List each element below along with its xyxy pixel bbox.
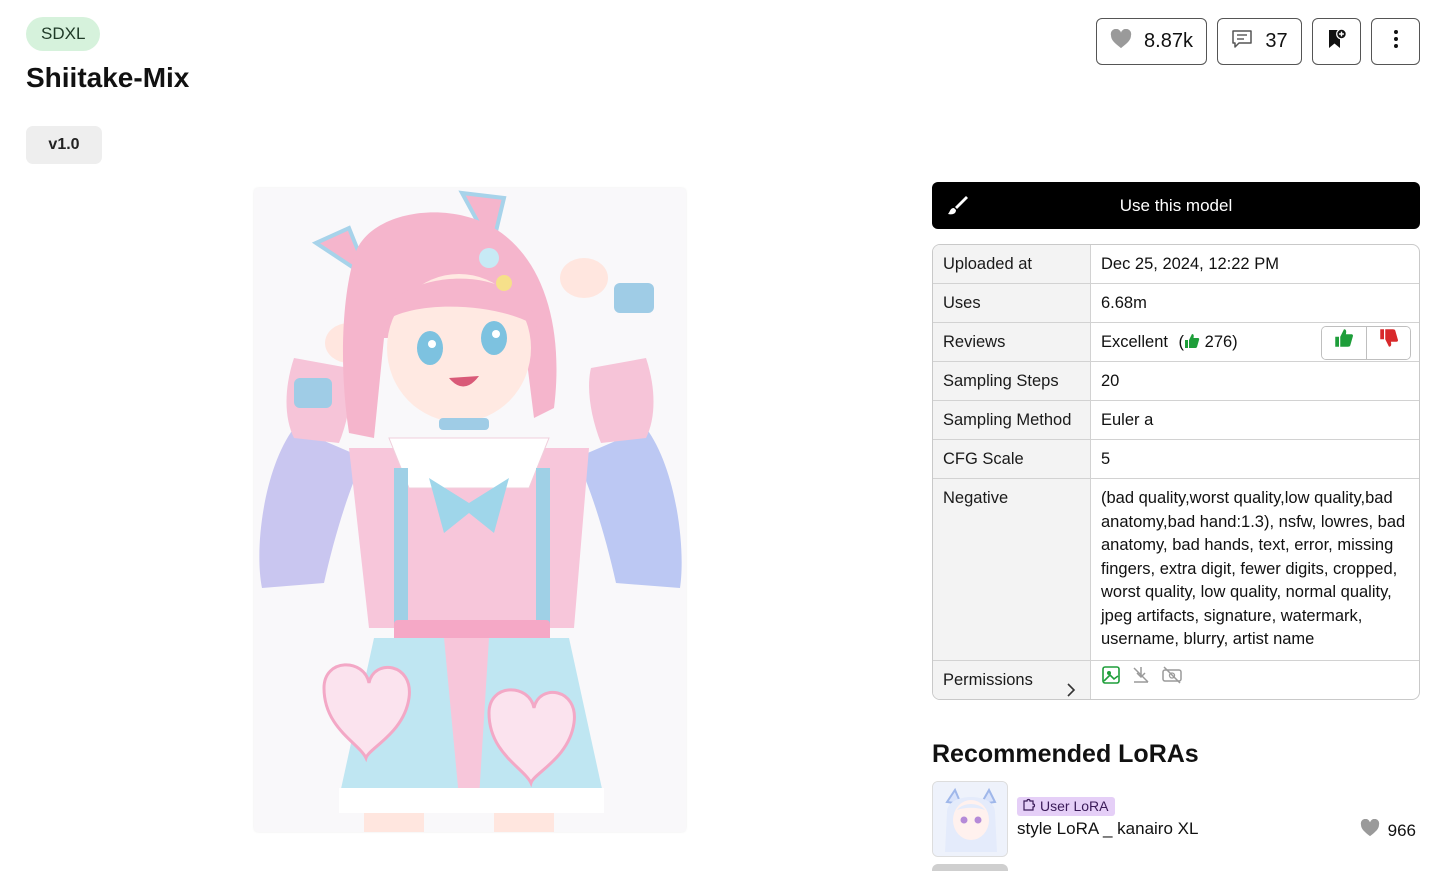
anime-girl-cat-ears-illustration <box>254 188 686 832</box>
chevron-right-icon <box>1066 673 1076 699</box>
download-disabled-icon <box>1131 661 1151 699</box>
commercial-disabled-icon <box>1161 661 1183 699</box>
model-preview-image[interactable] <box>254 188 686 832</box>
heart-icon <box>1360 818 1380 842</box>
comment-icon <box>1231 29 1253 55</box>
model-title: Shiitake-Mix <box>26 62 190 93</box>
uses-label: Uses <box>933 284 1091 322</box>
info-row-permissions[interactable]: Permissions <box>933 659 1419 699</box>
cfg-value: 5 <box>1101 450 1111 468</box>
user-lora-badge: User LoRA <box>1017 797 1116 816</box>
info-row-reviews: Reviews Excellent ( 276) <box>933 322 1419 361</box>
info-row-uploaded: Uploaded at Dec 25, 2024, 12:22 PM <box>933 245 1419 283</box>
reviews-value: Excellent ( 276) <box>1091 323 1419 361</box>
brush-icon <box>946 194 970 223</box>
steps-label: Sampling Steps <box>933 362 1091 400</box>
uploaded-value: Dec 25, 2024, 12:22 PM <box>1101 255 1279 273</box>
method-value: Euler a <box>1101 411 1154 429</box>
version-tab[interactable]: v1.0 <box>26 126 102 164</box>
use-model-button[interactable]: Use this model <box>932 182 1420 229</box>
reviews-count: 276) <box>1204 333 1238 351</box>
lora-thumbnail[interactable] <box>932 781 1008 857</box>
user-lora-tag-text: User LoRA <box>1040 798 1109 814</box>
info-row-steps: Sampling Steps 20 <box>933 361 1419 400</box>
thumb-up-small-icon <box>1184 333 1200 351</box>
use-model-label: Use this model <box>1119 195 1233 215</box>
permissions-value <box>1091 661 1419 699</box>
thumb-up-icon <box>1334 327 1354 359</box>
puzzle-icon <box>1022 797 1036 816</box>
permissions-text: Permissions <box>943 670 1033 689</box>
reviews-label: Reviews <box>933 323 1091 361</box>
comment-count: 37 <box>1265 30 1288 52</box>
top-actions: 8.87k 37 <box>1096 18 1420 65</box>
more-button[interactable] <box>1371 18 1420 65</box>
thumb-down-icon <box>1379 327 1399 359</box>
method-label: Sampling Method <box>933 401 1091 439</box>
lora-name-link[interactable]: style LoRA _ kanairo XL <box>1017 819 1198 839</box>
info-row-negative: Negative (bad quality,worst quality,low … <box>933 478 1419 660</box>
lora-like-count: 966 <box>1360 818 1416 842</box>
lora-likes-value: 966 <box>1387 820 1416 840</box>
base-model-badge: SDXL <box>26 17 101 51</box>
recommended-loras-title: Recommended LoRAs <box>932 740 1199 768</box>
reviews-rating: Excellent <box>1101 333 1168 351</box>
info-row-cfg: CFG Scale 5 <box>933 439 1419 478</box>
like-count: 8.87k <box>1144 30 1193 52</box>
permissions-label[interactable]: Permissions <box>933 660 1091 699</box>
uploaded-label: Uploaded at <box>933 245 1091 283</box>
bookmark-button[interactable] <box>1312 18 1361 65</box>
negative-value: (bad quality,worst quality,low quality,b… <box>1101 489 1406 648</box>
heart-icon <box>1110 28 1132 55</box>
more-vertical-icon <box>1393 29 1399 55</box>
bookmark-add-icon <box>1326 28 1348 56</box>
lora-preview-icon <box>933 782 1007 856</box>
lora-thumbnail-next[interactable] <box>932 864 1008 871</box>
thumb-up-button[interactable] <box>1322 327 1366 359</box>
review-buttons <box>1321 326 1411 360</box>
thumb-down-button[interactable] <box>1366 327 1410 359</box>
like-button[interactable]: 8.87k <box>1096 18 1207 65</box>
steps-value: 20 <box>1101 372 1120 390</box>
negative-label: Negative <box>933 479 1091 660</box>
permission-icons <box>1101 661 1409 699</box>
cfg-label: CFG Scale <box>933 440 1091 478</box>
image-allowed-icon <box>1101 661 1121 699</box>
comments-button[interactable]: 37 <box>1217 18 1302 65</box>
info-row-method: Sampling Method Euler a <box>933 400 1419 439</box>
model-info-table: Uploaded at Dec 25, 2024, 12:22 PM Uses … <box>932 244 1420 700</box>
uses-value: 6.68m <box>1101 294 1147 312</box>
info-row-uses: Uses 6.68m <box>933 283 1419 322</box>
